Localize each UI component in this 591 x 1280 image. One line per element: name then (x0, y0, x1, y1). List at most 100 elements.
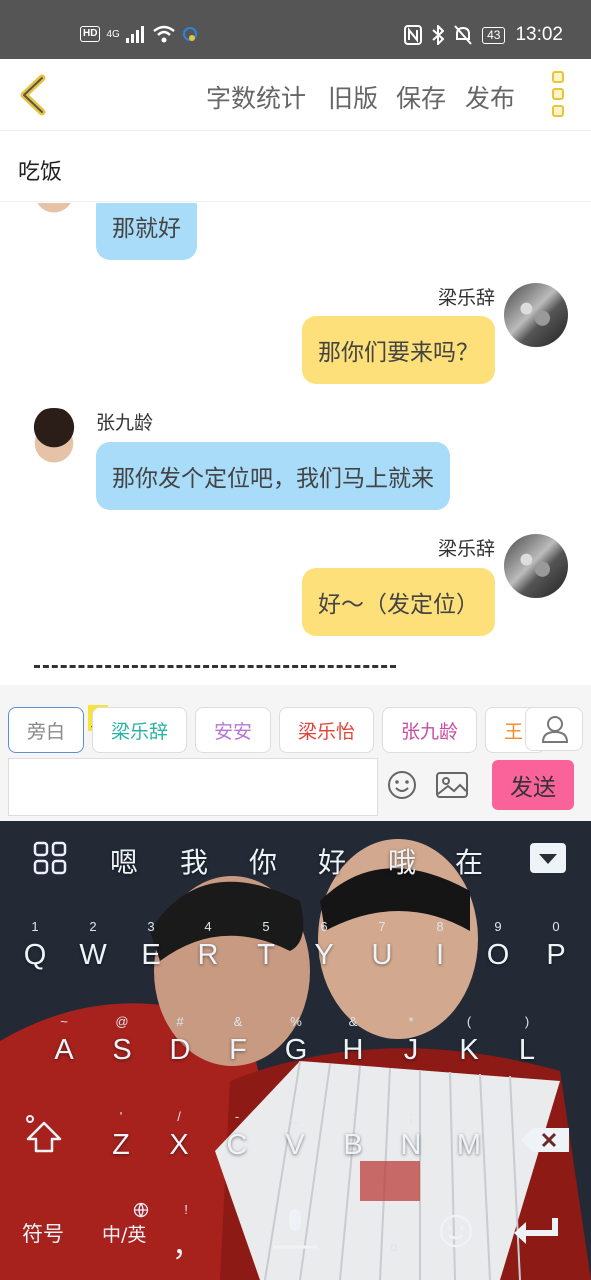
collapse-keyboard-icon[interactable] (530, 843, 566, 873)
save-button[interactable]: 保存 (396, 79, 446, 115)
message-input[interactable] (8, 758, 378, 816)
key-hint: ' (119, 1109, 123, 1124)
key-hint: : (351, 1109, 355, 1124)
key-hint: % (290, 1014, 302, 1029)
key-s[interactable]: S (100, 1034, 144, 1067)
enter-icon[interactable] (512, 1216, 560, 1246)
key-hint: & (233, 1014, 243, 1029)
key-v[interactable]: V (273, 1129, 317, 1162)
candidate-word[interactable]: 哦 (388, 841, 416, 881)
globe-icon (133, 1202, 149, 1218)
dashed-divider (34, 665, 396, 668)
signal-icon (125, 26, 144, 43)
input-bar: 发送 (0, 755, 591, 821)
network-label: 4G (106, 28, 120, 40)
old-version-button[interactable]: 旧版 (328, 79, 378, 115)
role-chip[interactable]: 张九龄 (382, 707, 477, 753)
key-t[interactable]: T (244, 939, 288, 972)
key-z[interactable]: Z (99, 1129, 143, 1162)
app-notification-icon (182, 27, 197, 41)
image-icon[interactable] (434, 769, 470, 801)
sender-name: 梁乐辞 (437, 538, 495, 560)
key-l[interactable]: L (505, 1034, 549, 1067)
key-j[interactable]: J (389, 1034, 433, 1067)
word-count-button[interactable]: 字数统计 (206, 79, 306, 115)
key-u[interactable]: U (360, 939, 404, 972)
key-hint: 7 (378, 919, 386, 934)
keyboard: 嗯 我 你 好 哦 在 1 2 3 4 5 6 7 8 9 0 Q W E R … (0, 821, 591, 1280)
backspace-icon[interactable] (519, 1126, 571, 1154)
keyboard-grid-icon[interactable] (33, 841, 67, 875)
message-bubble[interactable]: 好～（发定位） (302, 568, 495, 636)
microphone-icon[interactable] (270, 1205, 320, 1255)
key-k[interactable]: K (447, 1034, 491, 1067)
role-chip-narrator[interactable]: 旁白 (8, 707, 84, 753)
key-hint: _ (291, 1109, 299, 1124)
key-d[interactable]: D (158, 1034, 202, 1067)
message-bubble[interactable]: 那就好 (96, 203, 197, 260)
send-button[interactable]: 发送 (492, 760, 574, 810)
shift-icon[interactable] (24, 1113, 64, 1157)
key-x[interactable]: X (157, 1129, 201, 1162)
avatar[interactable] (504, 283, 568, 347)
key-r[interactable]: R (186, 939, 230, 972)
battery-level: 43 (482, 26, 506, 44)
clock: 13:02 (515, 24, 563, 45)
key-e[interactable]: E (129, 939, 173, 972)
key-hint: 8 (436, 919, 444, 934)
message-bubble[interactable]: 那你发个定位吧，我们马上就来 (96, 442, 450, 510)
avatar[interactable] (22, 203, 86, 222)
key-o[interactable]: O (476, 939, 520, 972)
key-i[interactable]: I (418, 939, 462, 972)
bluetooth-icon (432, 25, 445, 45)
key-c[interactable]: C (215, 1129, 259, 1162)
symbols-key[interactable]: 符号 (22, 1218, 64, 1248)
key-w[interactable]: W (71, 939, 115, 972)
key-m[interactable]: M (447, 1129, 491, 1162)
key-hint: ( (466, 1014, 472, 1029)
more-menu-icon[interactable] (550, 71, 566, 119)
role-chip[interactable]: 安安 (195, 707, 271, 753)
avatar[interactable] (22, 408, 86, 472)
key-p[interactable]: P (534, 939, 578, 972)
key-hint: 6 (320, 919, 328, 934)
candidate-word[interactable]: 你 (249, 841, 277, 881)
message-bubble[interactable]: 那你们要来吗？ (302, 316, 495, 384)
key-f[interactable]: F (216, 1034, 260, 1067)
candidate-word[interactable]: 好 (318, 841, 346, 881)
key-a[interactable]: A (42, 1034, 86, 1067)
role-chip[interactable]: 梁乐怡 (279, 707, 374, 753)
comma-key[interactable]: ， (172, 1221, 202, 1265)
avatar[interactable] (504, 534, 568, 598)
key-hint: - (234, 1109, 240, 1124)
key-hint: @ (115, 1014, 129, 1029)
role-manager-button[interactable] (525, 707, 583, 751)
key-hint: ! (184, 1202, 188, 1217)
key-h[interactable]: H (331, 1034, 375, 1067)
back-icon[interactable] (14, 73, 54, 117)
chat-area[interactable]: 那就好 梁乐辞 那你们要来吗？ 张九龄 那你发个定位吧，我们马上就来 梁乐辞 好… (0, 203, 591, 685)
sender-name: 梁乐辞 (437, 287, 495, 309)
key-g[interactable]: G (274, 1034, 318, 1067)
page-title[interactable]: 吃饭 (18, 154, 62, 186)
person-icon (541, 716, 569, 743)
key-q[interactable]: Q (13, 939, 57, 972)
key-hint: o (390, 1239, 398, 1254)
status-bar: HD 4G 43 13:02 (0, 0, 591, 59)
language-switch-key[interactable]: 中/英 (102, 1220, 146, 1247)
candidate-word[interactable]: 嗯 (110, 841, 138, 881)
role-chip[interactable]: 梁乐辞 (92, 707, 187, 753)
candidate-word[interactable]: 我 (180, 841, 208, 881)
key-hint: 0 (552, 919, 560, 934)
wifi-icon (153, 25, 175, 43)
key-hint: ) (524, 1014, 530, 1029)
emoji-icon[interactable] (386, 769, 418, 801)
key-hint: 9 (494, 919, 502, 934)
candidate-word[interactable]: 在 (455, 841, 483, 881)
publish-button[interactable]: 发布 (465, 79, 515, 115)
key-y[interactable]: Y (302, 939, 346, 972)
title-bar: 吃饭 (0, 132, 591, 202)
key-n[interactable]: N (389, 1129, 433, 1162)
emoji-keyboard-icon[interactable] (438, 1213, 474, 1249)
key-b[interactable]: B (331, 1129, 375, 1162)
